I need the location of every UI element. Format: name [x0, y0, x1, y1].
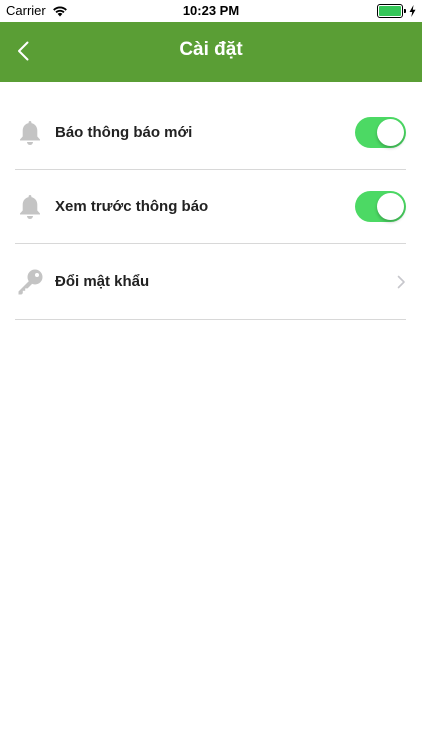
- charging-bolt-icon: [409, 5, 416, 17]
- notification-preview-toggle[interactable]: [355, 191, 406, 222]
- setting-row-change-password[interactable]: Đổi mật khẩu: [15, 244, 406, 320]
- setting-row-new-notification: Báo thông báo mới: [15, 96, 406, 170]
- status-bar: Carrier 10:23 PM: [0, 0, 422, 22]
- setting-label: Đổi mật khẩu: [55, 273, 150, 290]
- toggle-knob: [377, 119, 404, 146]
- new-notification-toggle[interactable]: [355, 117, 406, 148]
- setting-label: Báo thông báo mới: [55, 124, 193, 141]
- page-title: Cài đặt: [179, 39, 243, 60]
- settings-list: Báo thông báo mới Xem trước thông báo Đổ…: [15, 96, 406, 320]
- bell-icon: [15, 118, 45, 148]
- key-icon: [15, 267, 45, 297]
- battery-icon: [377, 4, 403, 18]
- chevron-right-icon: [397, 275, 405, 288]
- navigation-bar: Cài đặt: [0, 22, 422, 82]
- toggle-knob: [377, 193, 404, 220]
- battery-indicator: [377, 4, 416, 18]
- bell-icon: [15, 192, 45, 222]
- setting-row-notification-preview: Xem trước thông báo: [15, 170, 406, 244]
- status-time: 10:23 PM: [182, 3, 240, 18]
- setting-label: Xem trước thông báo: [55, 198, 209, 215]
